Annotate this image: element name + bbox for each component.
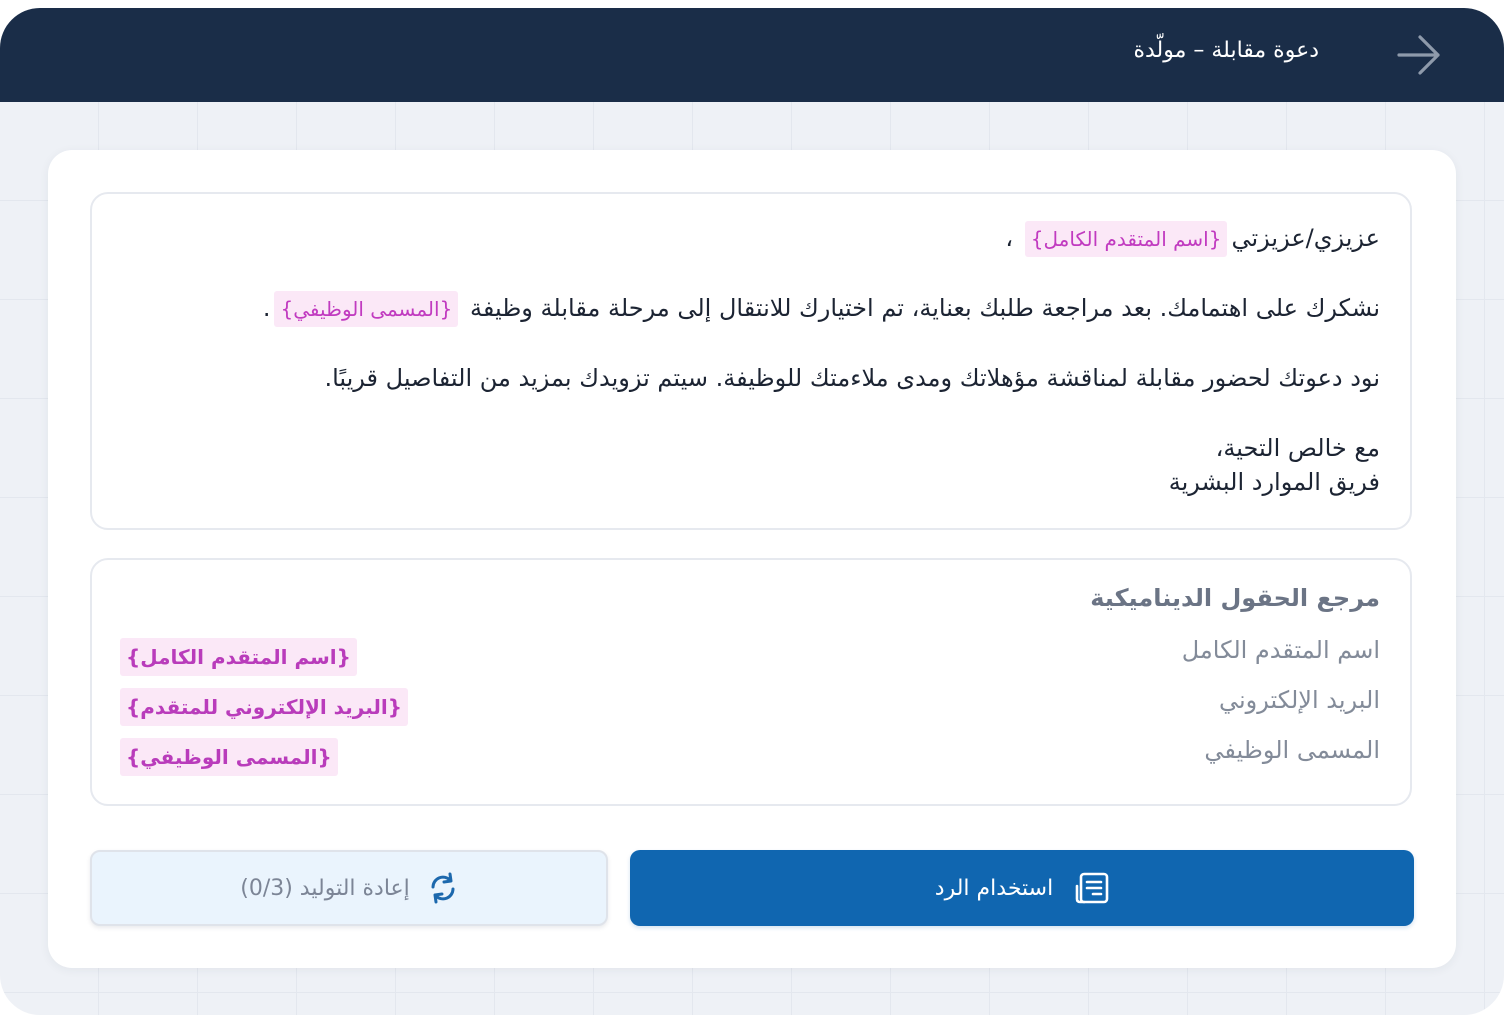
greeting-text: عزيزي/عزيزتي <box>1231 224 1380 252</box>
greeting-suffix: ، <box>1005 224 1014 252</box>
app-screen: دعوة مقابلة – مولّدة عزيزي/عزيزتي{اسم ال… <box>0 8 1504 1015</box>
message-line-3: نود دعوتك لحضور مقابلة لمناقشة مؤهلاتك و… <box>324 364 1380 392</box>
field-chip-job-title: {المسمى الوظيفي} <box>274 291 459 327</box>
use-reply-button[interactable]: استخدام الرد <box>630 850 1414 926</box>
generated-reply-card: عزيزي/عزيزتي{اسم المتقدم الكامل} ، نشكرك… <box>48 150 1456 968</box>
back-button[interactable] <box>1394 30 1444 80</box>
reference-label-job-title: المسمى الوظيفي <box>1204 736 1380 764</box>
line2-suffix: . <box>262 294 271 322</box>
message-greeting-line: عزيزي/عزيزتي{اسم المتقدم الكامل} ، <box>1005 220 1380 257</box>
reference-token-email[interactable]: {البريد الإلكتروني للمتقدم} <box>120 688 408 726</box>
line2-text: نشكرك على اهتمامك. بعد مراجعة طلبك بعناي… <box>469 294 1380 322</box>
reference-label-email: البريد الإلكتروني <box>1218 686 1380 714</box>
regenerate-label: إعادة التوليد (0/3) <box>240 875 410 901</box>
reference-label-full-name: اسم المتقدم الكامل <box>1181 636 1380 664</box>
message-line-2: نشكرك على اهتمامك. بعد مراجعة طلبك بعناي… <box>263 290 1380 327</box>
message-preview: عزيزي/عزيزتي{اسم المتقدم الكامل} ، نشكرك… <box>90 192 1412 530</box>
message-closing: مع خالص التحية، <box>1215 434 1380 462</box>
reference-title: مرجع الحقول الديناميكية <box>1090 584 1380 612</box>
field-chip-applicant-name: {اسم المتقدم الكامل} <box>1024 221 1228 257</box>
use-reply-label: استخدام الرد <box>934 875 1054 901</box>
arrow-right-icon <box>1396 32 1442 78</box>
refresh-icon <box>428 872 458 904</box>
dynamic-fields-reference: مرجع الحقول الديناميكية اسم المتقدم الكا… <box>90 558 1412 806</box>
reference-token-full-name[interactable]: {اسم المتقدم الكامل} <box>120 638 357 676</box>
document-text-icon <box>1075 872 1109 904</box>
message-signature: فريق الموارد البشرية <box>1168 468 1380 496</box>
page-title: دعوة مقابلة – مولّدة <box>1133 38 1319 63</box>
reference-token-job-title[interactable]: {المسمى الوظيفي} <box>120 738 338 776</box>
regenerate-button[interactable]: إعادة التوليد (0/3) <box>90 850 608 926</box>
top-bar: دعوة مقابلة – مولّدة <box>0 8 1504 102</box>
